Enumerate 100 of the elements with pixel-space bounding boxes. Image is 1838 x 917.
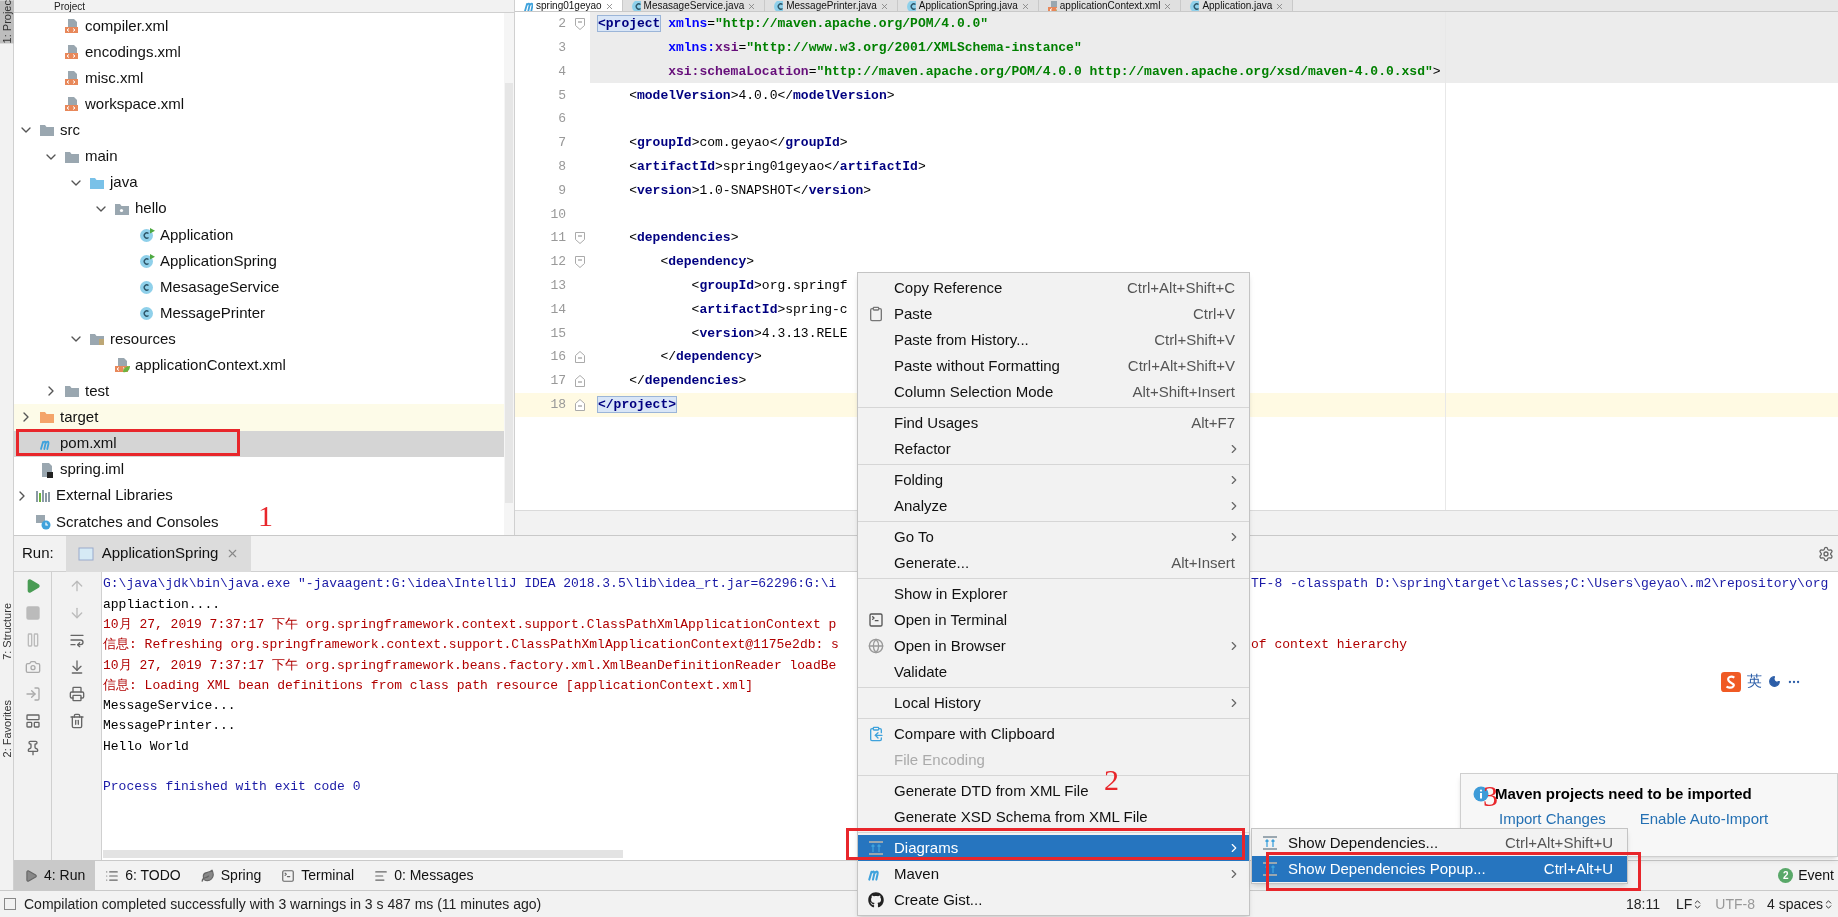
menu-item[interactable]: Refactor xyxy=(858,436,1249,462)
tree-item[interactable]: hello xyxy=(14,195,171,222)
fold-icon[interactable] xyxy=(575,374,585,387)
run-tab[interactable]: ApplicationSpring xyxy=(65,535,252,572)
menu-item[interactable]: Folding xyxy=(858,467,1249,493)
menu-item[interactable]: Validate xyxy=(858,659,956,685)
line-number: 2 xyxy=(557,15,567,34)
tree-item[interactable]: MessagePrinter xyxy=(14,300,270,327)
annotation-number: 2 xyxy=(1104,764,1119,796)
settings-icon[interactable] xyxy=(1818,545,1834,562)
tree-item[interactable]: misc.xml xyxy=(14,65,148,92)
menu-item[interactable]: Paste Ctrl+V xyxy=(858,301,1249,327)
messages-icon xyxy=(374,868,389,883)
menu-item[interactable]: Generate... Alt+Insert xyxy=(858,550,1249,576)
shortcut: Ctrl+Shift+V xyxy=(1154,329,1236,350)
status-icon[interactable] xyxy=(4,898,16,910)
class-icon xyxy=(139,305,155,322)
tree-item[interactable]: src xyxy=(14,117,84,144)
code-line: xmlns:xsi="http://www.w3.org/2001/XMLSchema-instance" xyxy=(667,38,1083,57)
tree-item[interactable]: spring.iml xyxy=(14,456,129,483)
tree-item[interactable]: workspace.xml xyxy=(14,91,189,118)
close-icon[interactable] xyxy=(604,1,614,11)
tool-window-tab[interactable]: 4: Run xyxy=(14,860,96,891)
shortcut: Alt+F7 xyxy=(1191,412,1236,433)
close-icon[interactable] xyxy=(1275,1,1285,11)
tree-item[interactable]: ApplicationSpring xyxy=(14,247,281,274)
tree-item[interactable]: resources xyxy=(14,326,180,353)
fold-icon[interactable] xyxy=(575,255,585,268)
compare-icon xyxy=(868,726,884,742)
close-icon[interactable] xyxy=(1163,1,1173,11)
menu-item[interactable]: Compare with Clipboard xyxy=(858,721,1063,747)
shortcut: Alt+Shift+Insert xyxy=(1132,381,1236,402)
side-tool-tab[interactable]: 2: Favorites xyxy=(0,700,14,758)
tree-item[interactable]: target xyxy=(14,404,504,431)
line-number: 9 xyxy=(557,181,567,200)
fold-icon[interactable] xyxy=(575,17,585,30)
menu-item[interactable]: Create Gist... xyxy=(858,887,991,913)
menu-item[interactable]: Show Dependencies... Ctrl+Alt+Shift+U xyxy=(1252,830,1627,856)
menu-item[interactable]: Open in Terminal xyxy=(858,607,1016,633)
scrollbar[interactable] xyxy=(504,13,514,535)
moon-icon[interactable] xyxy=(1768,675,1781,688)
menu-item[interactable]: Generate DTD from XML File xyxy=(858,778,1097,804)
tree-item[interactable]: Scratches and Consoles xyxy=(14,508,223,535)
menu-item[interactable]: Copy Reference Ctrl+Alt+Shift+C xyxy=(858,275,1249,301)
menu-item[interactable]: Go To xyxy=(858,524,1249,550)
console-line: MessagePrinter... xyxy=(103,717,237,736)
menu-item[interactable]: Find Usages Alt+F7 xyxy=(858,410,1249,436)
camera-icon[interactable] xyxy=(24,659,41,675)
tree-item[interactable]: External Libraries xyxy=(14,482,177,509)
line-number: 17 xyxy=(549,372,567,391)
menu-item[interactable]: Paste from History... Ctrl+Shift+V xyxy=(858,327,1249,353)
ime-logo-icon[interactable] xyxy=(1721,671,1741,692)
menu-item[interactable]: Show Dependencies Popup... Ctrl+Alt+U xyxy=(1252,856,1627,882)
close-icon[interactable] xyxy=(879,1,889,11)
ime-mode[interactable]: 英 xyxy=(1747,670,1762,693)
tree-item[interactable]: MesasageService xyxy=(14,273,284,301)
soft-wrap-icon[interactable] xyxy=(68,632,85,648)
tree-item[interactable]: Application xyxy=(14,221,238,248)
tool-window-tab[interactable]: 6: TODO xyxy=(95,860,191,891)
menu-item[interactable]: Paste without Formatting Ctrl+Alt+Shift+V xyxy=(858,353,1249,379)
side-tool-tab[interactable]: 1: Projec xyxy=(0,0,14,44)
menu-item[interactable]: Open in Browser xyxy=(858,633,1249,659)
tree-item[interactable]: compiler.xml xyxy=(14,13,173,40)
code-line: <groupId>org.springf xyxy=(690,276,849,295)
tree-item[interactable]: applicationContext.xml xyxy=(14,352,290,379)
tool-window-tab[interactable]: Terminal xyxy=(271,860,365,891)
tool-window-tab[interactable]: Spring xyxy=(190,860,272,891)
menu-item[interactable]: Show in Explorer xyxy=(858,581,1016,607)
attach-icon[interactable] xyxy=(24,686,41,702)
line-separator[interactable]: LF xyxy=(1675,893,1704,915)
tree-item[interactable]: main xyxy=(14,143,122,170)
print-icon[interactable] xyxy=(68,686,85,702)
trash-icon[interactable] xyxy=(68,713,85,729)
notification-link[interactable]: Import Changes xyxy=(1499,807,1606,830)
tree-item[interactable]: java xyxy=(14,169,142,196)
horizontal-scrollbar[interactable] xyxy=(103,850,623,858)
fold-icon[interactable] xyxy=(575,232,585,245)
fold-icon[interactable] xyxy=(575,351,585,364)
line-number: 7 xyxy=(557,134,567,153)
stop-icon[interactable] xyxy=(24,605,41,621)
spring-xml-file-icon xyxy=(114,357,130,374)
menu-item[interactable]: Maven xyxy=(858,861,1249,887)
fold-icon[interactable] xyxy=(575,398,585,411)
menu-item[interactable]: Analyze xyxy=(858,493,1249,519)
close-icon[interactable] xyxy=(1020,1,1030,11)
tree-item[interactable]: test xyxy=(14,378,114,405)
tool-window-tab[interactable]: 0: Messages xyxy=(364,860,484,891)
annotation-number: 1 xyxy=(258,500,273,532)
close-icon[interactable] xyxy=(747,1,757,11)
layout-icon[interactable] xyxy=(24,713,41,729)
caret-position[interactable]: 18:11 xyxy=(1625,893,1660,915)
side-tool-tab[interactable]: 7: Structure xyxy=(0,603,14,661)
menu-item[interactable]: Generate XSD Schema from XML File xyxy=(858,804,1156,830)
menu-item[interactable]: Column Selection Mode Alt+Shift+Insert xyxy=(858,379,1249,405)
indent-setting[interactable]: 4 spaces xyxy=(1766,893,1834,915)
editor-tab[interactable]: spring01geyao xyxy=(515,0,623,11)
event-log-tab[interactable]: 2 Event xyxy=(1778,865,1838,886)
tree-item[interactable]: encodings.xml xyxy=(14,39,185,66)
menu-item[interactable]: Local History xyxy=(858,690,1249,716)
notification-link[interactable]: Enable Auto-Import xyxy=(1639,807,1769,830)
